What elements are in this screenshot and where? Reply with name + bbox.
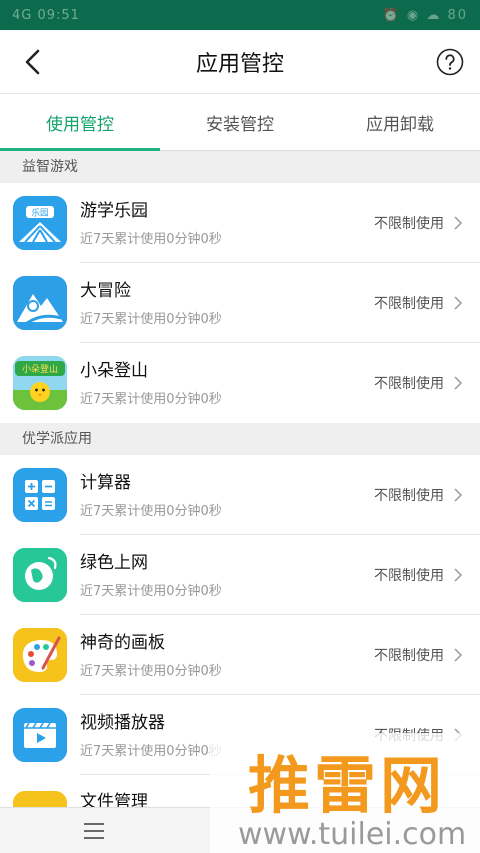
- app-row-youxue-park[interactable]: 乐园 游学乐园 近7天累计使用0分钟0秒 不限制使用: [0, 183, 480, 263]
- section-title-youxuepai-apps: 优学派应用: [0, 423, 480, 455]
- adventure-icon: [13, 276, 67, 330]
- app-row-green-internet[interactable]: 绿色上网 近7天累计使用0分钟0秒 不限制使用: [0, 535, 480, 615]
- app-row-adventure[interactable]: 大冒险 近7天累计使用0分钟0秒 不限制使用: [0, 263, 480, 343]
- restriction-status: 不限制使用: [374, 216, 444, 232]
- chevron-right-icon: [454, 488, 463, 502]
- header: 应用管控: [0, 30, 480, 94]
- app-usage: 近7天累计使用0分钟0秒: [80, 391, 222, 407]
- section-youxuepai-apps: 计算器 近7天累计使用0分钟0秒 不限制使用 绿色上网 近7天累计使用0分钟0秒…: [0, 455, 480, 807]
- chevron-right-icon: [454, 216, 463, 230]
- chevron-right-icon: [454, 728, 463, 742]
- page-title: 应用管控: [195, 51, 284, 77]
- restriction-status: 不限制使用: [374, 568, 444, 584]
- app-name: 游学乐园: [80, 200, 148, 221]
- calculator-icon: [13, 468, 67, 522]
- app-usage: 近7天累计使用0分钟0秒: [80, 663, 222, 679]
- back-arrow-icon[interactable]: [18, 46, 50, 78]
- status-bar: 4G 09:51 ⏰ ◉ ☁ 80: [0, 0, 480, 30]
- app-usage: 近7天累计使用0分钟0秒: [80, 583, 222, 599]
- park-icon: 乐园: [13, 196, 67, 250]
- park-icon-label: 乐园: [31, 208, 48, 219]
- app-name: 计算器: [80, 472, 131, 493]
- restriction-status: 不限制使用: [374, 648, 444, 664]
- app-name: 神奇的画板: [80, 632, 165, 653]
- bottom-bar: [0, 807, 480, 853]
- restriction-status: 不限制使用: [374, 488, 444, 504]
- menu-icon[interactable]: [83, 822, 105, 840]
- tab-install-control[interactable]: 安装管控: [160, 94, 320, 150]
- status-bar-left: 4G 09:51: [12, 7, 80, 23]
- app-usage: 近7天累计使用0分钟0秒: [80, 231, 222, 247]
- tab-usage-control[interactable]: 使用管控: [0, 94, 160, 151]
- climb-icon-label: 小朵登山: [22, 364, 58, 375]
- climb-icon: 小朵登山: [13, 356, 67, 410]
- app-list[interactable]: 益智游戏 乐园 游学乐园 近7天累计使用0分钟0秒 不限制使用 大冒险 近7天累…: [0, 151, 480, 807]
- chevron-right-icon: [454, 568, 463, 582]
- app-usage: 近7天累计使用0分钟0秒: [80, 503, 222, 519]
- app-name: 视频播放器: [80, 712, 165, 733]
- globe-icon: [13, 548, 67, 602]
- chevron-right-icon: [454, 296, 463, 310]
- restriction-status: 不限制使用: [374, 376, 444, 392]
- folder-icon: [13, 791, 67, 807]
- app-row-file-manager[interactable]: 文件管理: [0, 775, 480, 807]
- section-title-puzzle-games: 益智游戏: [0, 151, 480, 183]
- video-player-icon: [13, 708, 67, 762]
- app-name: 小朵登山: [80, 360, 148, 381]
- app-usage: 近7天累计使用0分钟0秒: [80, 311, 222, 327]
- app-name: 文件管理: [80, 792, 148, 807]
- app-row-video-player[interactable]: 视频播放器 近7天累计使用0分钟0秒 不限制使用: [0, 695, 480, 775]
- section-puzzle-games: 乐园 游学乐园 近7天累计使用0分钟0秒 不限制使用 大冒险 近7天累计使用0分…: [0, 183, 480, 423]
- app-name: 大冒险: [80, 280, 131, 301]
- help-icon[interactable]: [436, 48, 464, 76]
- status-bar-right: ⏰ ◉ ☁ 80: [382, 7, 468, 23]
- tab-app-uninstall[interactable]: 应用卸载: [320, 94, 480, 150]
- app-name: 绿色上网: [80, 552, 148, 573]
- palette-icon: [13, 628, 67, 682]
- restriction-status: 不限制使用: [374, 728, 444, 744]
- chevron-right-icon: [454, 648, 463, 662]
- chevron-right-icon: [454, 376, 463, 390]
- restriction-status: 不限制使用: [374, 296, 444, 312]
- app-row-calculator[interactable]: 计算器 近7天累计使用0分钟0秒 不限制使用: [0, 455, 480, 535]
- app-row-xiaoduo-climb[interactable]: 小朵登山 小朵登山 近7天累计使用0分钟0秒 不限制使用: [0, 343, 480, 423]
- app-usage: 近7天累计使用0分钟0秒: [80, 743, 222, 759]
- tab-bar: 使用管控 安装管控 应用卸载: [0, 94, 480, 151]
- app-row-magic-drawing-board[interactable]: 神奇的画板 近7天累计使用0分钟0秒 不限制使用: [0, 615, 480, 695]
